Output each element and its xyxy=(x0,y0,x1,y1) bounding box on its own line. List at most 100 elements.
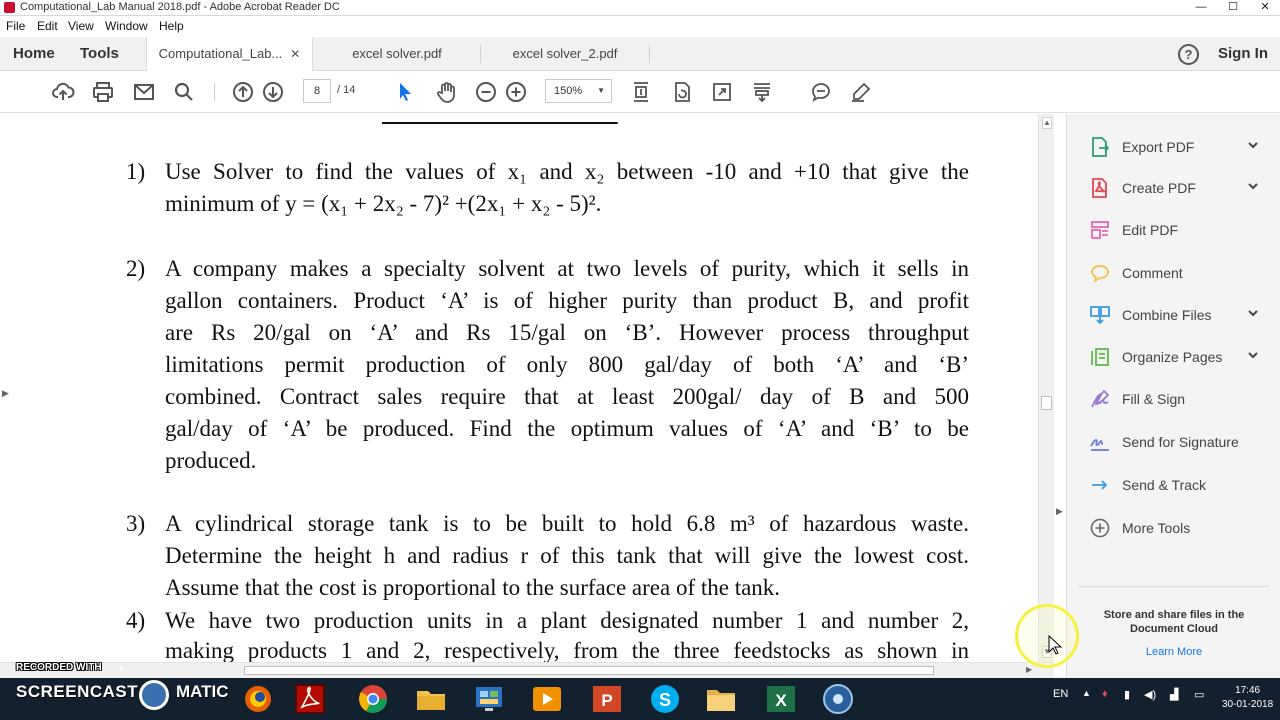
scroll-right-arrow-icon[interactable]: ▶ xyxy=(1026,665,1032,674)
tool-create-pdf[interactable]: Create PDF xyxy=(1089,177,1269,201)
chevron-down-icon[interactable] xyxy=(1247,179,1259,195)
acrobat-icon[interactable] xyxy=(292,681,328,717)
expand-left-panel-icon[interactable]: ▶ xyxy=(2,388,9,399)
menu-help[interactable]: Help xyxy=(159,19,184,33)
tool-fill-sign[interactable]: Fill & Sign xyxy=(1089,388,1269,412)
upload-icon[interactable] xyxy=(51,80,75,104)
control-panel-icon[interactable] xyxy=(471,681,507,717)
zoom-select[interactable]: 150% ▼ xyxy=(545,79,612,103)
chevron-down-icon[interactable] xyxy=(1247,306,1259,322)
tab-excel-solver-2[interactable]: excel solver_2.pdf xyxy=(481,37,649,71)
menu-window[interactable]: Window xyxy=(105,19,148,33)
maximize-button[interactable]: ☐ xyxy=(1218,0,1248,16)
tool-send-track[interactable]: Send & Track xyxy=(1089,474,1269,498)
chevron-down-icon[interactable] xyxy=(1247,348,1259,364)
system-clock[interactable]: 17:46 30-01-2018 xyxy=(1222,684,1273,712)
menu-file[interactable]: File xyxy=(6,19,25,33)
tool-label: More Tools xyxy=(1122,520,1191,536)
question-number: 3) xyxy=(126,511,146,536)
menu-edit[interactable]: Edit xyxy=(37,19,58,33)
tab-divider xyxy=(649,45,650,63)
volume-icon[interactable]: ◀) xyxy=(1144,688,1156,701)
question-1-line-1: Use Solver to find the values of x₁ and … xyxy=(165,159,969,184)
comment-icon[interactable] xyxy=(809,80,833,104)
tools-tab[interactable]: Tools xyxy=(80,45,119,62)
tool-combine-files[interactable]: Combine Files xyxy=(1089,304,1269,328)
tool-edit-pdf[interactable]: Edit PDF xyxy=(1089,219,1269,243)
sign-in-button[interactable]: Sign In xyxy=(1218,45,1268,62)
question-number: 2) xyxy=(126,256,146,281)
question-2-line-2: gallon containers. Product ‘A’ is of hig… xyxy=(165,288,969,313)
page-number-input[interactable]: 8 xyxy=(303,79,331,103)
tool-more-tools[interactable]: More Tools xyxy=(1089,517,1269,541)
close-button[interactable]: ✕ xyxy=(1250,0,1280,16)
page-up-icon[interactable] xyxy=(231,80,255,104)
language-indicator[interactable]: EN xyxy=(1053,688,1068,700)
tab-computational-lab[interactable]: Computational_Lab... ✕ xyxy=(146,37,313,72)
page-down-icon[interactable] xyxy=(261,80,285,104)
screencast-logo-icon xyxy=(139,680,169,710)
full-screen-icon[interactable] xyxy=(710,80,734,104)
tool-label: Combine Files xyxy=(1122,307,1212,323)
menu-view[interactable]: View xyxy=(68,19,94,33)
tool-label: Comment xyxy=(1122,265,1183,281)
tool-label: Send for Signature xyxy=(1122,434,1239,450)
svg-text:S: S xyxy=(659,690,671,710)
tab-excel-solver[interactable]: excel solver.pdf xyxy=(314,37,480,71)
acrobat-app-icon xyxy=(4,2,15,13)
question-2-line-7: produced. xyxy=(165,448,257,473)
question-2-line-5: combined. Contract sales require that at… xyxy=(165,384,969,409)
folder-icon[interactable] xyxy=(703,681,739,717)
email-icon[interactable] xyxy=(132,80,156,104)
print-icon[interactable] xyxy=(91,80,115,104)
collapse-right-panel-icon[interactable]: ▶ xyxy=(1056,506,1063,517)
mouse-cursor-icon xyxy=(1048,635,1062,655)
tool-label: Send & Track xyxy=(1122,477,1207,493)
excel-icon[interactable]: X xyxy=(763,681,799,717)
zoom-out-icon[interactable] xyxy=(474,80,498,104)
send-signature-icon xyxy=(1089,431,1111,453)
home-tab[interactable]: Home xyxy=(13,45,55,62)
search-icon[interactable] xyxy=(172,80,196,104)
shield-icon[interactable]: ♦ xyxy=(1102,688,1108,700)
highlight-pen-icon[interactable] xyxy=(849,80,873,104)
horizontal-scrollbar[interactable]: ▶ xyxy=(0,662,1054,678)
chrome-icon[interactable] xyxy=(355,681,391,717)
network-icon[interactable]: ▟ xyxy=(1170,688,1178,701)
tool-label: Create PDF xyxy=(1122,180,1196,196)
battery-icon[interactable]: ▮ xyxy=(1124,688,1130,701)
zoom-in-icon[interactable] xyxy=(504,80,528,104)
panel-divider xyxy=(1079,586,1269,587)
tool-export-pdf[interactable]: Export PDF xyxy=(1089,136,1269,160)
rotate-icon[interactable] xyxy=(670,80,694,104)
powerpoint-icon[interactable]: P xyxy=(589,681,625,717)
skype-icon[interactable]: S xyxy=(647,681,683,717)
media-player-icon[interactable] xyxy=(529,681,565,717)
read-mode-icon[interactable] xyxy=(750,80,774,104)
scroll-mode-icon[interactable] xyxy=(629,80,653,104)
vertical-scrollbar[interactable]: ▲ ▼ xyxy=(1038,114,1054,662)
chevron-down-icon[interactable] xyxy=(1247,138,1259,154)
tool-label: Fill & Sign xyxy=(1122,391,1186,407)
firefox-icon[interactable] xyxy=(240,681,276,717)
tool-comment[interactable]: Comment xyxy=(1089,262,1269,286)
horizontal-scroll-thumb[interactable] xyxy=(244,666,934,675)
file-explorer-icon[interactable] xyxy=(413,681,449,717)
tab-close-icon[interactable]: ✕ xyxy=(290,47,300,61)
screen-recorder-icon[interactable] xyxy=(820,681,856,717)
chevron-down-icon: ▼ xyxy=(597,86,605,95)
clock-date: 30-01-2018 xyxy=(1222,699,1274,710)
tool-organize-pages[interactable]: Organize Pages xyxy=(1089,346,1269,370)
notification-icon[interactable]: ▭ xyxy=(1194,688,1204,701)
help-icon[interactable]: ? xyxy=(1178,44,1199,65)
vertical-scroll-thumb[interactable] xyxy=(1041,396,1052,410)
tray-expand-icon[interactable]: ▲ xyxy=(1082,688,1091,698)
learn-more-link[interactable]: Learn More xyxy=(1081,646,1267,658)
select-pointer-icon[interactable] xyxy=(393,80,417,104)
document-cloud-text: Store and share files in the Document Cl… xyxy=(1103,609,1245,635)
scroll-up-arrow-icon[interactable]: ▲ xyxy=(1042,117,1052,129)
tool-label: Organize Pages xyxy=(1122,349,1223,365)
hand-icon[interactable] xyxy=(434,80,458,104)
tool-send-for-signature[interactable]: Send for Signature xyxy=(1089,431,1269,455)
minimize-button[interactable]: — xyxy=(1186,0,1216,16)
